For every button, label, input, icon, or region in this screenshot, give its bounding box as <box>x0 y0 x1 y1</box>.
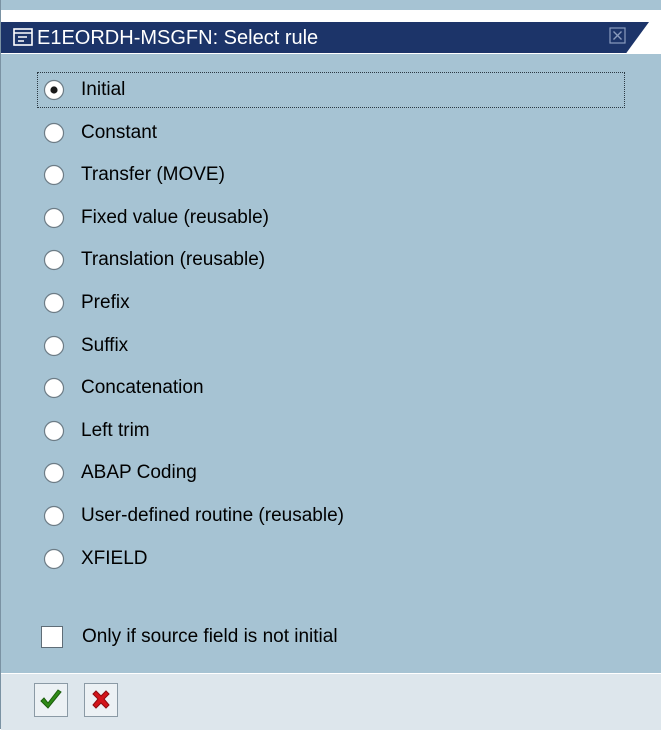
rule-option-label: Initial <box>81 79 126 100</box>
dialog-footer <box>1 673 661 730</box>
rule-option-label: Fixed value (reusable) <box>81 206 269 228</box>
rule-option-abap-coding[interactable]: ABAP Coding <box>43 456 197 490</box>
close-icon[interactable] <box>609 27 626 44</box>
rule-option-suffix[interactable]: Suffix <box>43 329 128 363</box>
rule-option-concatenation[interactable]: Concatenation <box>43 371 204 405</box>
select-rule-dialog: E1EORDH-MSGFN: Select rule Initial Consta… <box>0 0 661 730</box>
rule-option-label: Constant <box>81 121 158 143</box>
rule-option-label: Translation (reusable) <box>81 249 266 271</box>
rule-option-label: Transfer (MOVE) <box>81 164 225 186</box>
radio-empty-icon[interactable] <box>43 335 65 357</box>
radio-empty-icon[interactable] <box>43 505 65 527</box>
rule-option-xfield[interactable]: XFIELD <box>43 542 148 576</box>
rule-option-label: XFIELD <box>81 547 148 569</box>
radio-empty-icon[interactable] <box>43 249 65 271</box>
rule-option-translation-reusable[interactable]: Translation (reusable) <box>43 243 265 277</box>
title-bar: E1EORDH-MSGFN: Select rule <box>1 22 649 53</box>
rule-option-label: Concatenation <box>81 377 204 399</box>
rule-option-left-trim[interactable]: Left trim <box>43 414 150 448</box>
radio-empty-icon[interactable] <box>43 548 65 570</box>
checkmark-icon <box>40 689 62 709</box>
confirm-button[interactable] <box>34 683 68 717</box>
radio-empty-icon[interactable] <box>43 207 65 229</box>
rule-option-label: Suffix <box>81 334 129 356</box>
rule-option-constant[interactable]: Constant <box>43 116 157 150</box>
rule-option-label: Prefix <box>81 292 130 313</box>
rule-option-prefix[interactable]: Prefix <box>43 286 130 320</box>
rule-option-label: Left trim <box>81 419 150 441</box>
rule-option-label: ABAP Coding <box>81 462 197 484</box>
rule-option-user-defined-routine-reusable[interactable]: User-defined routine (reusable) <box>43 499 344 533</box>
only-if-not-initial-label: Only if source field is not initial <box>82 626 338 647</box>
radio-empty-icon[interactable] <box>43 292 65 314</box>
radio-empty-icon[interactable] <box>43 420 65 442</box>
title-bar-area: E1EORDH-MSGFN: Select rule <box>1 10 661 54</box>
window-icon <box>13 28 33 46</box>
rule-option-transfer-move[interactable]: Transfer (MOVE) <box>43 158 225 192</box>
radio-empty-icon[interactable] <box>43 164 65 186</box>
radio-selected-icon[interactable] <box>43 79 65 101</box>
rule-option-fixed-value-reusable[interactable]: Fixed value (reusable) <box>43 201 269 235</box>
radio-empty-icon[interactable] <box>43 122 65 144</box>
only-if-not-initial-checkbox[interactable] <box>41 626 63 648</box>
radio-empty-icon[interactable] <box>43 462 65 484</box>
red-x-icon <box>92 690 110 709</box>
rule-option-label: User-defined routine (reusable) <box>81 505 344 526</box>
radio-empty-icon[interactable] <box>43 377 65 399</box>
rule-option-initial[interactable]: Initial <box>43 73 125 107</box>
dialog-title: E1EORDH-MSGFN: Select rule <box>37 27 319 49</box>
only-if-not-initial-option[interactable]: Only if source field is not initial <box>41 620 338 654</box>
cancel-button[interactable] <box>84 683 118 717</box>
